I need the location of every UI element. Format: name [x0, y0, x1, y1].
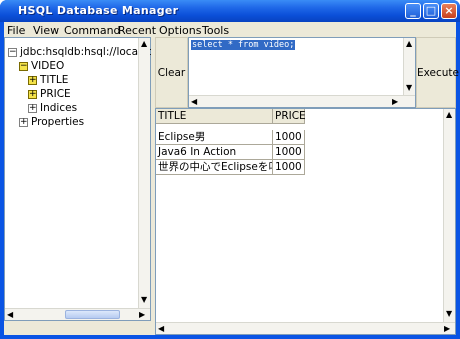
client-area: File View Command Recent Options Tools −…	[4, 22, 459, 335]
scroll-up-icon[interactable]: ▲	[406, 40, 412, 48]
scroll-up-icon[interactable]: ▲	[446, 111, 452, 119]
scroll-down-icon[interactable]: ▼	[141, 296, 147, 304]
expand-icon[interactable]: +	[28, 104, 37, 113]
collapse-icon[interactable]: −	[19, 62, 28, 71]
scroll-thumb[interactable]	[65, 310, 120, 319]
menu-bar: File View Command Recent Options Tools	[4, 22, 456, 37]
collapse-icon[interactable]: −	[8, 48, 17, 57]
menu-file[interactable]: File	[7, 24, 25, 37]
expand-icon[interactable]: +	[28, 90, 37, 99]
menu-recent[interactable]: Recent	[118, 24, 156, 37]
tree-node-properties[interactable]: Properties	[31, 116, 84, 128]
scroll-up-icon[interactable]: ▲	[141, 40, 147, 48]
scroll-right-icon[interactable]: ▶	[392, 98, 398, 106]
table-cell[interactable]: Java6 In Action	[156, 145, 273, 160]
sql-text: select * from video;	[191, 40, 296, 50]
sql-vertical-scrollbar[interactable]: ▲ ▼	[403, 38, 415, 95]
clear-button[interactable]: Clear	[155, 37, 188, 108]
column-header-price[interactable]: PRICE	[273, 109, 306, 124]
sql-horizontal-scrollbar[interactable]: ◀ ▶	[189, 95, 415, 107]
minimize-icon[interactable]: _	[405, 3, 421, 19]
execute-button[interactable]: Execute	[416, 37, 459, 108]
scroll-down-icon[interactable]: ▼	[406, 84, 412, 92]
tree-node-table[interactable]: VIDEO	[31, 60, 64, 72]
expand-icon[interactable]: +	[28, 76, 37, 85]
result-horizontal-scrollbar[interactable]: ◀ ▶	[156, 322, 455, 334]
table-cell[interactable]: 世界の中心でEclipseを叫ぶ	[156, 160, 273, 175]
table-cell[interactable]: 1000	[273, 145, 305, 160]
tree-horizontal-scrollbar[interactable]: ◀ ▶	[5, 308, 150, 320]
menu-view[interactable]: View	[33, 24, 59, 37]
scroll-right-icon[interactable]: ▶	[139, 311, 145, 319]
column-header-title[interactable]: TITLE	[156, 109, 273, 124]
scroll-left-icon[interactable]: ◀	[7, 311, 13, 319]
maximize-icon[interactable]: □	[423, 3, 439, 19]
title-bar[interactable]: HSQL Database Manager _ □ ×	[0, 0, 460, 22]
tree-node-column-price[interactable]: PRICE	[40, 88, 71, 100]
tree-vertical-scrollbar[interactable]: ▲ ▼	[138, 38, 150, 308]
tree-node-column-title[interactable]: TITLE	[40, 74, 68, 86]
scroll-left-icon[interactable]: ◀	[191, 98, 197, 106]
expand-icon[interactable]: +	[19, 118, 28, 127]
table-cell[interactable]: 1000	[273, 160, 305, 175]
scroll-down-icon[interactable]: ▼	[446, 310, 452, 318]
window-title: HSQL Database Manager	[18, 4, 179, 17]
menu-tools[interactable]: Tools	[202, 24, 229, 37]
table-cell[interactable]: 1000	[273, 130, 305, 145]
schema-tree[interactable]: − jdbc:hsqldb:hsql://localhost − VIDEO +…	[4, 37, 164, 321]
result-table[interactable]: TITLE PRICE Eclipse男 1000 Java6 In Actio…	[155, 108, 456, 335]
table-cell[interactable]: Eclipse男	[156, 130, 273, 145]
app-window: HSQL Database Manager _ □ × File View Co…	[0, 0, 460, 339]
menu-options[interactable]: Options	[159, 24, 201, 37]
sql-input[interactable]: select * from video; ▲ ▼ ◀ ▶	[188, 37, 416, 108]
scroll-right-icon[interactable]: ▶	[444, 325, 450, 333]
menu-command[interactable]: Command	[64, 24, 121, 37]
close-icon[interactable]: ×	[441, 3, 457, 19]
tree-node-indices[interactable]: Indices	[40, 102, 77, 114]
scroll-left-icon[interactable]: ◀	[158, 325, 164, 333]
result-vertical-scrollbar[interactable]: ▲ ▼	[443, 109, 455, 322]
